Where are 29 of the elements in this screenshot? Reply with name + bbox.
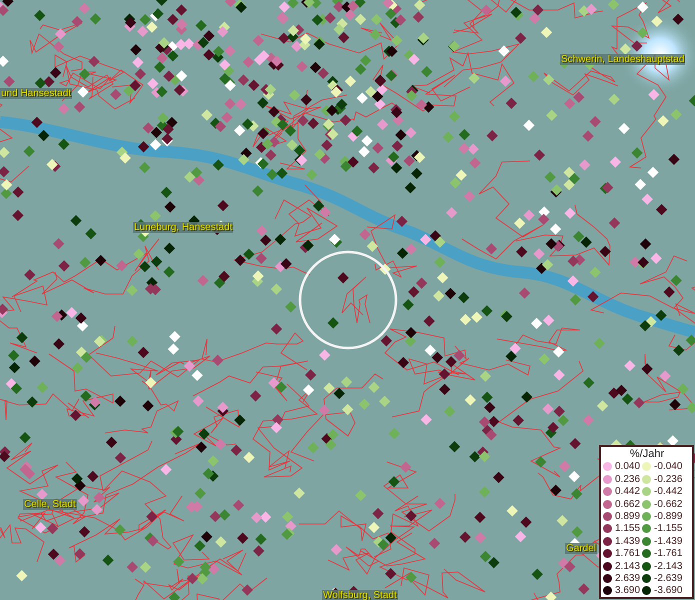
legend-value: -0.442 bbox=[654, 486, 682, 498]
legend-title: %/Jahr bbox=[628, 448, 666, 461]
place-label: Luneburg, Hansestadt bbox=[133, 222, 234, 233]
place-label: Celle, Stadt bbox=[23, 499, 77, 510]
legend-value: 2.143 bbox=[615, 560, 640, 572]
legend-value: -1.439 bbox=[654, 536, 682, 547]
legend-value: 0.236 bbox=[615, 474, 640, 485]
place-label: Wolfsburg, Stadt bbox=[322, 590, 398, 600]
legend-value: -1.155 bbox=[654, 523, 682, 534]
legend-value: -0.040 bbox=[654, 461, 682, 472]
legend-value: -2.639 bbox=[654, 572, 682, 584]
legend-value: -2.143 bbox=[654, 560, 682, 572]
legend-value: 1.761 bbox=[615, 548, 640, 560]
legend-value: -1.761 bbox=[654, 548, 682, 560]
legend-value: -0.662 bbox=[654, 498, 682, 510]
legend-value: -0.236 bbox=[654, 474, 682, 485]
legend-value: 0.442 bbox=[615, 486, 640, 498]
legend-value: 2.639 bbox=[615, 572, 640, 584]
legend-value: 0.662 bbox=[615, 498, 640, 510]
legend-value: 0.040 bbox=[615, 461, 640, 472]
legend-value: -3.690 bbox=[654, 585, 682, 596]
legend-value: 1.155 bbox=[615, 523, 640, 534]
legend-value: 1.439 bbox=[615, 536, 640, 547]
legend-value: 3.690 bbox=[615, 585, 640, 596]
place-label: und Hansestadt bbox=[0, 88, 72, 99]
legend-value: -0.899 bbox=[654, 510, 682, 522]
legend-value: 0.899 bbox=[615, 510, 640, 522]
place-label: Schwerin, Landeshauptstad bbox=[560, 54, 686, 65]
place-label: Gardel bbox=[565, 543, 598, 554]
